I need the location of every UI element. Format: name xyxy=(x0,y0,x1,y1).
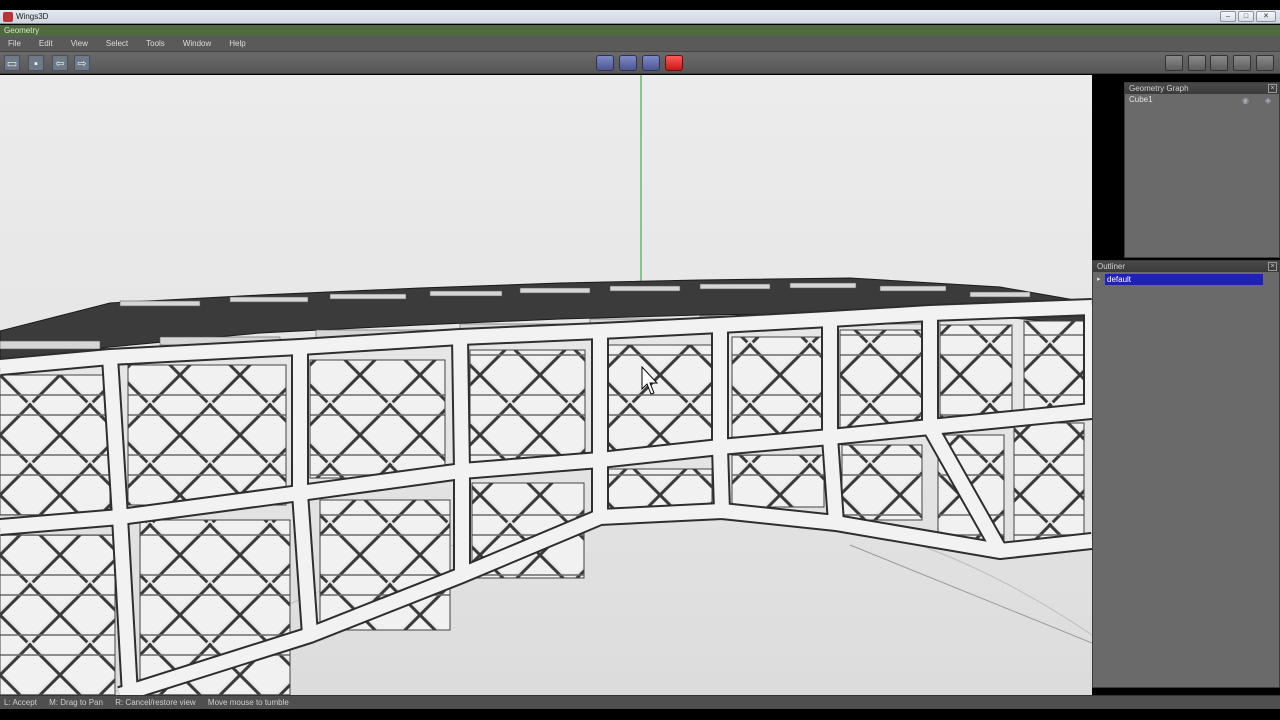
geometry-graph-item[interactable]: Cube1 ◉ ◈ xyxy=(1125,94,1279,105)
open-icon[interactable]: ▭ xyxy=(4,55,20,71)
truss-model xyxy=(0,75,1092,695)
geometry-graph-panel: Geometry Graph × Cube1 ◉ ◈ xyxy=(1124,82,1280,258)
outliner-item-label: default xyxy=(1105,274,1263,285)
outliner-header: Outliner × xyxy=(1093,261,1279,272)
face-mode-button[interactable] xyxy=(642,55,660,71)
geometry-graph-close-button[interactable]: × xyxy=(1268,84,1277,93)
window-title: Wings3D xyxy=(16,12,49,21)
app-icon xyxy=(3,12,13,22)
status-bar: L: Accept M: Drag to Pan R: Cancel/resto… xyxy=(0,695,1280,709)
geometry-graph-header: Geometry Graph × xyxy=(1125,83,1279,94)
menu-file[interactable]: File xyxy=(4,39,25,48)
toolbar: ▭ ▪ ⇦ ⇨ xyxy=(0,52,1280,74)
axes-icon[interactable] xyxy=(1256,55,1274,71)
menu-window[interactable]: Window xyxy=(179,39,215,48)
outliner-item[interactable]: ▸ default xyxy=(1095,274,1275,285)
body-mode-button[interactable] xyxy=(665,55,683,71)
edge-mode-button[interactable] xyxy=(619,55,637,71)
outliner-panel: Outliner × ▸ default xyxy=(1092,260,1280,688)
object-name: Cube1 xyxy=(1129,95,1153,104)
geometry-graph-title: Geometry Graph xyxy=(1129,84,1189,93)
menu-select[interactable]: Select xyxy=(102,39,132,48)
expand-triangle-icon[interactable]: ▸ xyxy=(1097,274,1101,285)
outliner-title: Outliner xyxy=(1097,262,1126,271)
3d-viewport[interactable] xyxy=(0,75,1092,695)
wireframe-icon[interactable] xyxy=(1210,55,1228,71)
screen-border xyxy=(0,709,1280,720)
status-hint-middle: M: Drag to Pan xyxy=(49,698,103,707)
menu-edit[interactable]: Edit xyxy=(35,39,57,48)
menu-help[interactable]: Help xyxy=(225,39,249,48)
menu-view[interactable]: View xyxy=(67,39,92,48)
redo-icon[interactable]: ⇨ xyxy=(74,55,90,71)
shading-icon[interactable] xyxy=(1188,55,1206,71)
lock-icon[interactable]: ◈ xyxy=(1265,95,1271,106)
menu-bar: File Edit View Select Tools Window Help xyxy=(0,36,1280,52)
title-bar: Wings3D – □ ✕ xyxy=(0,10,1280,24)
geometry-window-title: Geometry xyxy=(0,25,1280,36)
ortho-icon[interactable] xyxy=(1233,55,1251,71)
menu-tools[interactable]: Tools xyxy=(142,39,169,48)
vertex-mode-button[interactable] xyxy=(596,55,614,71)
maximize-button[interactable]: □ xyxy=(1238,11,1254,22)
status-hint-left: L: Accept xyxy=(4,698,37,707)
grid-icon[interactable] xyxy=(1165,55,1183,71)
minimize-button[interactable]: – xyxy=(1220,11,1236,22)
visibility-icon[interactable]: ◉ xyxy=(1242,95,1249,106)
status-hint-right: R: Cancel/restore view xyxy=(115,698,196,707)
close-button[interactable]: ✕ xyxy=(1256,11,1276,22)
undo-icon[interactable]: ⇦ xyxy=(52,55,68,71)
app-window: Wings3D – □ ✕ Geometry File Edit View Se… xyxy=(0,0,1280,720)
save-icon[interactable]: ▪ xyxy=(28,55,44,71)
status-hint-move: Move mouse to tumble xyxy=(207,698,289,707)
outliner-close-button[interactable]: × xyxy=(1268,262,1277,271)
